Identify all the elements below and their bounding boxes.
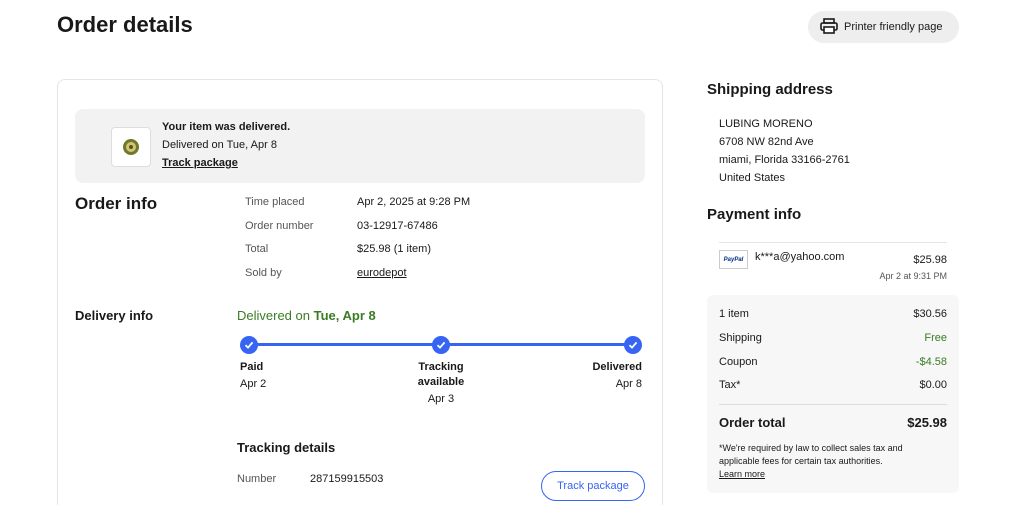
delivery-status-prefix: Delivered on: [237, 308, 314, 323]
address-name: LUBING MORENO: [719, 118, 813, 130]
order-total-label: Order total: [719, 415, 786, 430]
printer-icon: [820, 17, 844, 37]
summary-items-label: 1 item: [719, 308, 749, 320]
summary-coupon-label: Coupon: [719, 356, 758, 368]
payment-amount: $25.98: [913, 254, 947, 266]
step-tracking-date: Apr 3: [427, 393, 455, 405]
summary-tax-value: $0.00: [919, 379, 947, 391]
summary-items-value: $30.56: [913, 308, 947, 320]
shipping-address-heading: Shipping address: [707, 81, 833, 98]
step-tracking-label: Tracking available: [401, 360, 481, 390]
order-number-label: Order number: [245, 220, 314, 232]
tax-note-line2: applicable fees for certain tax authorit…: [719, 456, 883, 466]
printer-friendly-button[interactable]: Printer friendly page: [808, 11, 959, 43]
page-title: Order details: [57, 12, 193, 37]
summary-coupon-value: -$4.58: [915, 356, 947, 368]
time-placed-value: Apr 2, 2025 at 9:28 PM: [357, 196, 471, 208]
total-label: Total: [245, 243, 269, 255]
delivery-status: Delivered on Tue, Apr 8: [237, 308, 376, 323]
step-delivered-date: Apr 8: [615, 378, 642, 390]
summary-shipping-label: Shipping: [719, 332, 762, 344]
printer-friendly-label: Printer friendly page: [844, 21, 943, 33]
order-info-heading: Order info: [75, 194, 158, 213]
payment-timestamp: Apr 2 at 9:31 PM: [879, 271, 947, 281]
summary-shipping-value: Free: [924, 332, 947, 344]
delivery-info-heading: Delivery info: [75, 308, 154, 323]
order-number-value: 03-12917-67486: [357, 220, 438, 232]
paypal-logo: PayPal: [719, 250, 748, 269]
item-thumbnail[interactable]: [111, 127, 151, 167]
step-paid-check-icon: [240, 336, 258, 354]
payment-email: k***a@yahoo.com: [755, 251, 845, 263]
step-tracking-label-line2: available: [417, 376, 465, 388]
time-placed-label: Time placed: [245, 196, 305, 208]
delivery-status-date: Tue, Apr 8: [313, 308, 376, 323]
address-street: 6708 NW 82nd Ave: [719, 136, 814, 148]
track-package-button[interactable]: Track package: [541, 471, 645, 501]
delivery-banner: [75, 109, 645, 183]
payment-info-heading: Payment info: [707, 206, 802, 223]
step-paid-date: Apr 2: [240, 378, 267, 390]
summary-tax-label: Tax*: [719, 379, 741, 391]
tracking-details-heading: Tracking details: [237, 440, 336, 455]
address-country: United States: [719, 172, 786, 184]
payment-divider-top: [719, 242, 947, 243]
address-city: miami, Florida 33166-2761: [719, 154, 850, 166]
tax-note-line1: *We're required by law to collect sales …: [719, 443, 903, 453]
total-value: $25.98 (1 item): [357, 243, 431, 255]
tracking-number-label: Number: [237, 473, 277, 485]
step-delivered-check-icon: [624, 336, 642, 354]
banner-heading: Your item was delivered.: [162, 121, 291, 133]
tracking-number-value: 287159915503: [310, 473, 384, 485]
step-tracking-label-line1: Tracking: [418, 361, 464, 373]
learn-more-link[interactable]: Learn more: [719, 469, 765, 479]
seller-link[interactable]: eurodepot: [357, 267, 407, 279]
step-paid-label: Paid: [240, 361, 264, 373]
banner-subtext: Delivered on Tue, Apr 8: [162, 139, 277, 151]
order-total-value: $25.98: [907, 415, 947, 430]
step-tracking-check-icon: [432, 336, 450, 354]
step-delivered-label: Delivered: [592, 361, 642, 373]
summary-divider: [719, 404, 947, 405]
banner-track-link[interactable]: Track package: [162, 157, 238, 169]
sold-by-label: Sold by: [245, 267, 282, 279]
